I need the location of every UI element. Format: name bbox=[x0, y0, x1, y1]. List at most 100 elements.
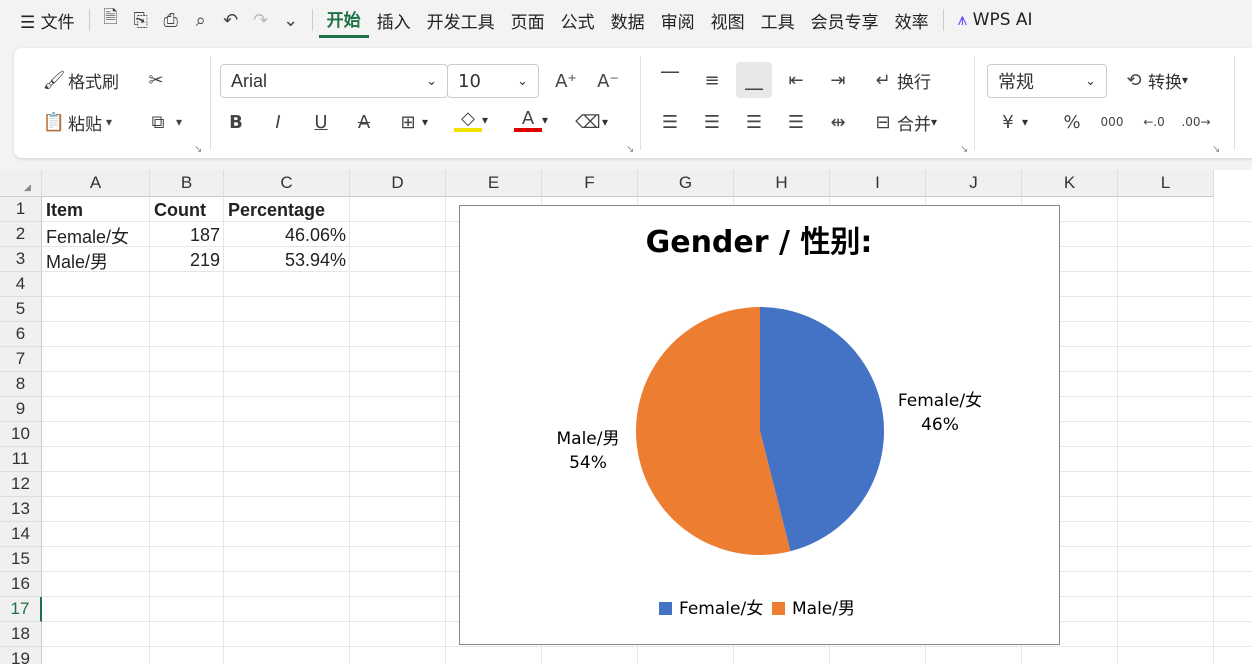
bold-button[interactable]: B bbox=[222, 108, 250, 136]
row-header[interactable]: 18 bbox=[0, 622, 42, 647]
pie-chart[interactable]: Gender / 性别: Female/女 46% Male/男 54% Female… bbox=[459, 205, 1060, 645]
strikethrough-button[interactable]: A bbox=[350, 108, 378, 136]
cell-percentage[interactable]: 46.06% bbox=[224, 223, 350, 248]
font-name-select[interactable]: Arial ⌄ bbox=[220, 64, 448, 98]
cell-item[interactable]: Male/男 bbox=[42, 248, 150, 273]
row-header[interactable]: 3 bbox=[0, 247, 42, 272]
distributed-button[interactable]: ⇹ bbox=[824, 108, 852, 136]
row-header[interactable]: 9 bbox=[0, 397, 42, 422]
tab-view[interactable]: 视图 bbox=[703, 8, 753, 33]
align-middle-button[interactable]: ≡ bbox=[698, 66, 726, 94]
chevron-down-icon[interactable]: ⌄ bbox=[276, 5, 306, 35]
align-right-button[interactable]: ☰ bbox=[740, 108, 768, 136]
dialog-launcher-icon[interactable]: ↘ bbox=[194, 144, 202, 155]
save-icon[interactable]: 🗎 bbox=[96, 5, 126, 35]
increase-decimal-button[interactable]: ←.0 bbox=[1140, 108, 1168, 136]
print-icon[interactable]: ⎙ bbox=[156, 5, 186, 35]
row-header[interactable]: 1 bbox=[0, 197, 42, 222]
column-header-b[interactable]: B bbox=[150, 170, 224, 197]
underline-button[interactable]: U bbox=[307, 108, 335, 136]
italic-button[interactable]: I bbox=[264, 108, 292, 136]
format-painter-button[interactable]: 🖌 格式刷 bbox=[40, 66, 119, 94]
tab-efficiency[interactable]: 效率 bbox=[887, 8, 937, 33]
column-header-l[interactable]: L bbox=[1118, 170, 1214, 197]
row-header[interactable]: 4 bbox=[0, 272, 42, 297]
font-size-select[interactable]: 10 ⌄ bbox=[447, 64, 539, 98]
legend-label[interactable]: Female/女 bbox=[679, 599, 763, 619]
cut-button[interactable]: ✂ bbox=[142, 66, 170, 94]
dialog-launcher-icon[interactable]: ↘ bbox=[960, 144, 968, 155]
dialog-launcher-icon[interactable]: ↘ bbox=[1212, 144, 1220, 155]
cell-count[interactable]: 187 bbox=[150, 223, 224, 248]
decrease-font-button[interactable]: A⁻ bbox=[594, 67, 622, 95]
column-header-g[interactable]: G bbox=[638, 170, 734, 197]
column-header-j[interactable]: J bbox=[926, 170, 1022, 197]
row-header[interactable]: 2 bbox=[0, 222, 42, 247]
row-header[interactable]: 11 bbox=[0, 447, 42, 472]
align-center-button[interactable]: ☰ bbox=[698, 108, 726, 136]
column-header-f[interactable]: F bbox=[542, 170, 638, 197]
row-header[interactable]: 15 bbox=[0, 547, 42, 572]
tab-developer[interactable]: 开发工具 bbox=[419, 8, 503, 33]
copy-button[interactable]: ⧉ ▾ bbox=[144, 108, 186, 136]
thousands-button[interactable]: 000 bbox=[1098, 108, 1126, 136]
convert-button[interactable]: ⟲ 转换 ▾ bbox=[1120, 66, 1188, 94]
row-header[interactable]: 19 bbox=[0, 647, 42, 664]
row-header[interactable]: 16 bbox=[0, 572, 42, 597]
column-header-h[interactable]: H bbox=[734, 170, 830, 197]
column-header-a[interactable]: A bbox=[42, 170, 150, 197]
header-percentage[interactable]: Percentage bbox=[224, 198, 350, 223]
decrease-indent-button[interactable]: ⇤ bbox=[782, 66, 810, 94]
wrap-text-button[interactable]: ↵ 换行 bbox=[869, 66, 931, 94]
align-bottom-button[interactable]: ⎽ bbox=[736, 62, 772, 98]
column-header-k[interactable]: K bbox=[1022, 170, 1118, 197]
tab-page[interactable]: 页面 bbox=[503, 8, 553, 33]
cell-count[interactable]: 219 bbox=[150, 248, 224, 273]
paste-button[interactable]: 📋 粘贴 ▾ bbox=[40, 108, 116, 136]
column-header-c[interactable]: C bbox=[224, 170, 350, 197]
tab-review[interactable]: 审阅 bbox=[653, 8, 703, 33]
column-header-d[interactable]: D bbox=[350, 170, 446, 197]
cell-percentage[interactable]: 53.94% bbox=[224, 248, 350, 273]
tab-tools[interactable]: 工具 bbox=[753, 8, 803, 33]
row-header[interactable]: 13 bbox=[0, 497, 42, 522]
align-left-button[interactable]: ☰ bbox=[656, 108, 684, 136]
legend-label[interactable]: Male/男 bbox=[792, 599, 855, 619]
select-all-corner[interactable]: ◢ bbox=[0, 170, 42, 197]
borders-button[interactable]: ⊞ ▾ bbox=[394, 108, 428, 136]
merge-button[interactable]: ⊟ 合并 ▾ bbox=[869, 108, 937, 136]
tab-data[interactable]: 数据 bbox=[603, 8, 653, 33]
column-header-i[interactable]: I bbox=[830, 170, 926, 197]
tab-formulas[interactable]: 公式 bbox=[553, 8, 603, 33]
justify-button[interactable]: ☰ bbox=[782, 108, 810, 136]
spreadsheet-grid[interactable]: ◢ ABCDEFGHIJKL 1 2 3 4 5 6 7 8 9 10 11 12 13 14 15 16 17… bbox=[0, 170, 1252, 664]
redo-icon[interactable]: ↷ bbox=[246, 5, 276, 35]
header-item[interactable]: Item bbox=[42, 198, 150, 223]
increase-indent-button[interactable]: ⇥ bbox=[824, 66, 852, 94]
undo-icon[interactable]: ↶ bbox=[216, 5, 246, 35]
row-header[interactable]: 5 bbox=[0, 297, 42, 322]
clear-button[interactable]: ⌫ ▾ bbox=[574, 108, 608, 136]
font-color-button[interactable]: A ▾ bbox=[514, 108, 548, 132]
print-preview-icon[interactable]: ⌕ bbox=[186, 5, 216, 35]
row-header[interactable]: 7 bbox=[0, 347, 42, 372]
align-top-button[interactable]: ⎺ bbox=[656, 66, 684, 94]
currency-button[interactable]: ¥ ▾ bbox=[994, 108, 1028, 136]
number-format-select[interactable]: 常规 ⌄ bbox=[987, 64, 1107, 98]
export-icon[interactable]: ⎘ bbox=[126, 5, 156, 35]
row-header[interactable]: 10 bbox=[0, 422, 42, 447]
row-header[interactable]: 12 bbox=[0, 472, 42, 497]
row-header[interactable]: 6 bbox=[0, 322, 42, 347]
row-header[interactable]: 8 bbox=[0, 372, 42, 397]
tab-home[interactable]: 开始 bbox=[318, 6, 369, 38]
dialog-launcher-icon[interactable]: ↘ bbox=[626, 144, 634, 155]
cell-item[interactable]: Female/女 bbox=[42, 223, 150, 248]
increase-font-button[interactable]: A⁺ bbox=[552, 67, 580, 95]
fill-color-button[interactable]: ◇ ▾ bbox=[454, 108, 488, 132]
percent-button[interactable]: % bbox=[1058, 108, 1086, 136]
tab-insert[interactable]: 插入 bbox=[369, 8, 419, 33]
decrease-decimal-button[interactable]: .00→ bbox=[1181, 108, 1210, 136]
row-header[interactable]: 14 bbox=[0, 522, 42, 547]
row-header[interactable]: 17 bbox=[0, 597, 42, 622]
column-header-e[interactable]: E bbox=[446, 170, 542, 197]
